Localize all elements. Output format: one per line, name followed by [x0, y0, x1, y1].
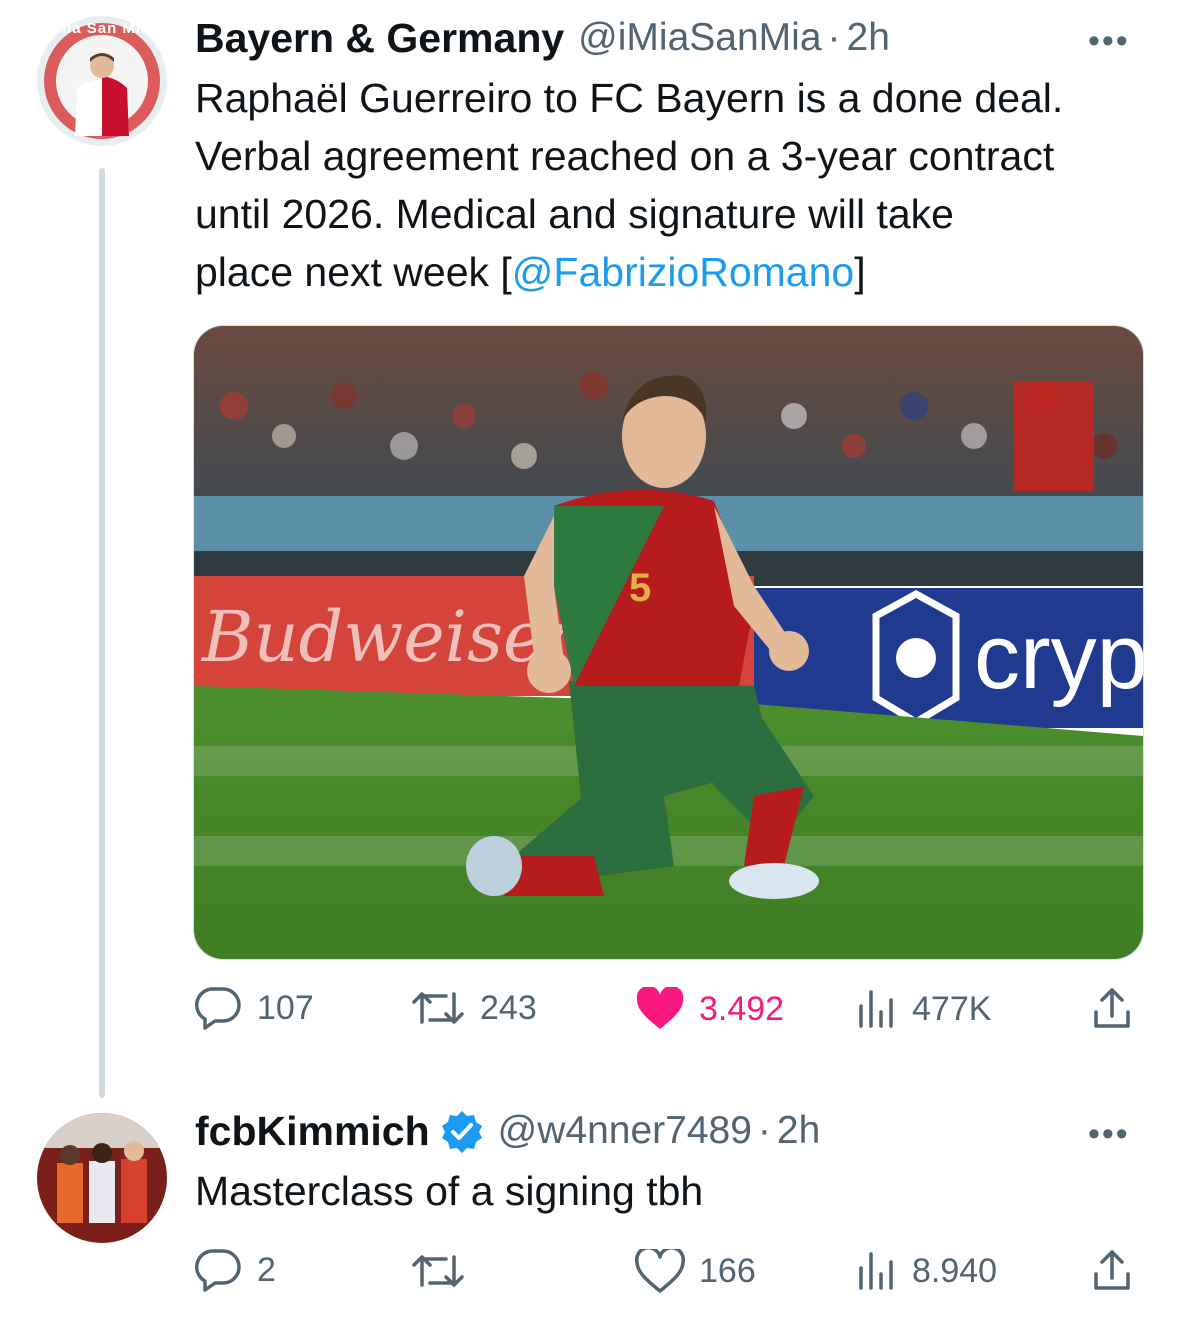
tweet-time[interactable]: 2h — [777, 1109, 820, 1153]
tweet-text-line: Raphaël Guerreiro to FC Bayern is a done… — [195, 75, 1064, 121]
author-handle[interactable]: @w4nner7489 — [498, 1109, 752, 1153]
reply-count: 107 — [257, 988, 314, 1027]
tweet-time[interactable]: 2h — [847, 16, 890, 60]
avatar-lettering: Mia San Mia — [53, 20, 151, 37]
views-button[interactable]: 8.940 — [856, 1250, 997, 1292]
tweet-text: Masterclass of a signing tbh — [195, 1168, 704, 1214]
banner-budweiser: Budweiser — [200, 596, 581, 678]
avatar-bayern-germany[interactable]: Mia San Mia — [37, 16, 167, 146]
more-icon[interactable]: ••• — [1088, 1115, 1130, 1154]
reply-icon — [195, 987, 241, 1030]
views-icon — [859, 1252, 893, 1290]
retweet-count: 243 — [480, 988, 537, 1027]
tweet-text-line: until 2026. Medical and signature will t… — [195, 191, 954, 237]
author-handle[interactable]: @iMiaSanMia — [578, 16, 821, 60]
meta-separator: · — [757, 1109, 771, 1152]
author-name[interactable]: Bayern & Germany — [195, 15, 564, 62]
share-button[interactable] — [1092, 986, 1132, 1030]
heart-icon — [636, 987, 684, 1029]
tweet-text-fragment: ] — [854, 249, 866, 295]
tweet-text-line: Verbal agreement reached on a 3-year con… — [195, 133, 1055, 179]
like-button[interactable]: 166 — [635, 1249, 756, 1293]
like-count: 3.492 — [699, 989, 785, 1028]
tweet-header: fcbKimmich @w4nner7489 · 2h — [195, 1105, 820, 1157]
avatar-fcbkimmich[interactable] — [37, 1113, 167, 1243]
retweet-button[interactable]: 243 — [410, 988, 537, 1028]
tweet-text-line: place next week [@FabrizioRomano] — [195, 243, 1155, 301]
thread-connector-line — [99, 168, 105, 1098]
like-count: 166 — [699, 1251, 756, 1290]
reply-button[interactable]: 107 — [193, 985, 314, 1031]
reply-button[interactable]: 2 — [193, 1247, 276, 1293]
mention-link[interactable]: @FabrizioRomano — [512, 249, 854, 295]
like-button[interactable]: 3.492 — [635, 987, 784, 1031]
banner-crypto: cryp — [974, 606, 1143, 708]
more-icon[interactable]: ••• — [1088, 22, 1130, 61]
retweet-button[interactable] — [410, 1251, 480, 1291]
author-name[interactable]: fcbKimmich — [195, 1108, 430, 1155]
heart-icon — [635, 1249, 685, 1293]
views-count: 477K — [912, 989, 992, 1028]
tweet-text-fragment: place next week [ — [195, 249, 512, 295]
views-count: 8.940 — [912, 1251, 998, 1290]
share-button[interactable] — [1092, 1248, 1132, 1292]
share-icon — [1094, 988, 1130, 1028]
verified-badge-icon — [441, 1111, 482, 1153]
retweet-icon — [412, 992, 464, 1024]
tweet-media-photo[interactable]: Budweiser cryp 5 — [193, 325, 1144, 960]
reply-count: 2 — [257, 1250, 276, 1289]
tweet-text: Raphaël Guerreiro to FC Bayern is a done… — [195, 69, 1155, 301]
retweet-icon — [412, 1255, 464, 1287]
jersey-number: 5 — [629, 566, 651, 610]
share-icon — [1094, 1250, 1130, 1290]
views-icon — [859, 990, 893, 1028]
reply-icon — [195, 1249, 241, 1292]
meta-separator: · — [827, 16, 841, 59]
tweet-header: Bayern & Germany @iMiaSanMia · 2h — [195, 12, 890, 64]
views-button[interactable]: 477K — [856, 988, 991, 1030]
